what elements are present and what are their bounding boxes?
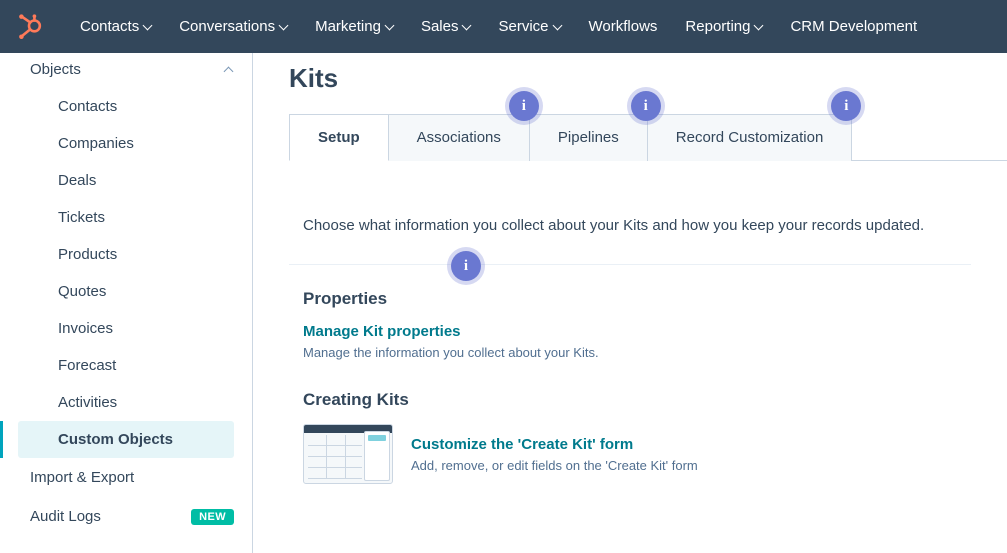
section-title: Properties	[303, 289, 971, 309]
sidebar-item-audit-logs[interactable]: Audit Logs NEW	[0, 497, 252, 536]
tab-pipelines[interactable]: Pipelines i	[530, 114, 648, 161]
setup-description: Choose what information you collect abou…	[289, 201, 971, 265]
sidebar-item-tickets[interactable]: Tickets	[18, 199, 234, 236]
info-pin-icon[interactable]: i	[451, 251, 481, 281]
sidebar-item-invoices[interactable]: Invoices	[18, 310, 234, 347]
info-pin-icon[interactable]: i	[509, 91, 539, 121]
nav-contacts[interactable]: Contacts	[66, 0, 165, 53]
tab-associations[interactable]: Associations i	[389, 114, 530, 161]
top-nav: Contacts Conversations Marketing Sales S…	[0, 0, 1007, 53]
main-content: Kits Setup Associations i Pipelines i Re…	[253, 53, 1007, 553]
tab-record-customization[interactable]: Record Customization i	[648, 114, 853, 161]
chevron-down-icon	[754, 20, 764, 30]
section-subtext: Manage the information you collect about…	[303, 345, 971, 360]
section-properties: i Properties Manage Kit properties Manag…	[289, 265, 971, 366]
info-pin-icon[interactable]: i	[631, 91, 661, 121]
chevron-down-icon	[552, 20, 562, 30]
chevron-up-icon	[224, 67, 234, 77]
tab-setup[interactable]: Setup	[289, 114, 389, 161]
sidebar-item-activities[interactable]: Activities	[18, 384, 234, 421]
nav-workflows[interactable]: Workflows	[575, 0, 672, 53]
sidebar-group-objects[interactable]: Objects	[0, 53, 252, 88]
nav-marketing[interactable]: Marketing	[301, 0, 407, 53]
sidebar-item-deals[interactable]: Deals	[18, 162, 234, 199]
sidebar-item-custom-objects[interactable]: Custom Objects	[18, 421, 234, 458]
sidebar-item-forecast[interactable]: Forecast	[18, 347, 234, 384]
sidebar-item-companies[interactable]: Companies	[18, 125, 234, 162]
nav-sales[interactable]: Sales	[407, 0, 485, 53]
chevron-down-icon	[462, 20, 472, 30]
sidebar-item-quotes[interactable]: Quotes	[18, 273, 234, 310]
nav-conversations[interactable]: Conversations	[165, 0, 301, 53]
customize-create-form-link[interactable]: Customize the 'Create Kit' form	[411, 436, 633, 453]
page-title: Kits	[289, 63, 1007, 94]
nav-crm-development[interactable]: CRM Development	[776, 0, 931, 53]
info-pin-icon[interactable]: i	[831, 91, 861, 121]
chevron-down-icon	[385, 20, 395, 30]
sidebar-item-contacts[interactable]: Contacts	[18, 88, 234, 125]
section-title: Creating Kits	[303, 390, 971, 410]
sidebar-item-import-export[interactable]: Import & Export	[0, 458, 252, 497]
chevron-down-icon	[279, 20, 289, 30]
sidebar: Objects Contacts Companies Deals Tickets…	[0, 53, 253, 553]
section-creating: Creating Kits Customize the 'Create Kit'…	[289, 366, 971, 490]
new-badge: NEW	[191, 509, 234, 525]
form-thumbnail	[303, 424, 393, 484]
nav-reporting[interactable]: Reporting	[671, 0, 776, 53]
hubspot-logo[interactable]	[16, 14, 42, 40]
manage-properties-link[interactable]: Manage Kit properties	[303, 323, 461, 340]
tabs: Setup Associations i Pipelines i Record …	[289, 114, 1007, 161]
chevron-down-icon	[143, 20, 153, 30]
nav-service[interactable]: Service	[484, 0, 574, 53]
section-subtext: Add, remove, or edit fields on the 'Crea…	[411, 458, 698, 473]
sidebar-item-products[interactable]: Products	[18, 236, 234, 273]
